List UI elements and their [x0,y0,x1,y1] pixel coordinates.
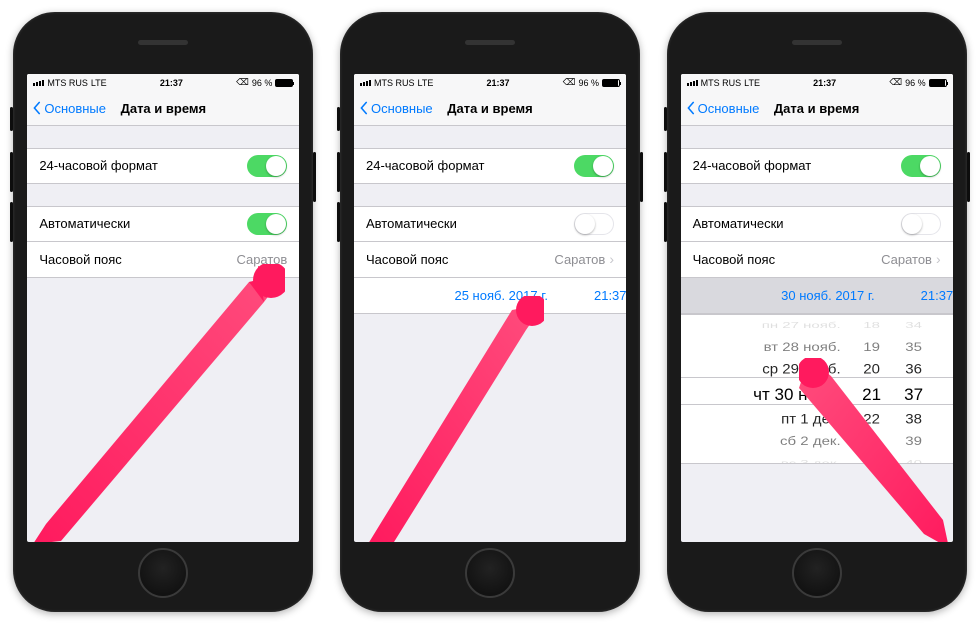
battery-icon [275,79,293,87]
row-24h: 24-часовой формат [354,148,626,184]
picker-item: ср 29 нояб. [762,359,840,379]
picker-item: сб 2 дек. [780,433,841,450]
row-timezone[interactable]: Часовой пояс Саратов › [354,242,626,278]
picker-item: вт 28 нояб. [764,339,841,356]
row-timezone[interactable]: Часовой пояс Саратов › [681,242,953,278]
row-timezone-value: Саратов [881,252,932,267]
row-auto: Автоматически [27,206,299,242]
battery-icon [602,79,620,87]
phone-frame: MTS RUS LTE 21:37 ⌫ 96 % Основные Дата и… [667,12,967,612]
back-button[interactable]: Основные [681,101,760,116]
row-24h-label: 24-часовой формат [39,158,158,173]
picker-item: вс 3 дек. [781,457,841,463]
row-24h-label: 24-часовой формат [693,158,812,173]
annotation-arrow [368,296,544,542]
row-timezone[interactable]: Часовой пояс Саратов [27,242,299,278]
chevron-right-icon: › [936,252,941,266]
status-time: 21:37 [160,78,183,88]
picker-item: 36 [905,359,922,379]
picker-item: пт 1 дек. [781,409,841,429]
back-button[interactable]: Основные [27,101,106,116]
row-auto-label: Автоматически [366,216,457,231]
row-24h: 24-часовой формат [681,148,953,184]
nav-bar: Основные Дата и время [27,92,299,126]
status-time: 21:37 [487,78,510,88]
back-button[interactable]: Основные [354,101,433,116]
picker-item: 18 [863,319,880,331]
signal-icon [33,80,44,86]
screen: MTS RUS LTE 21:37 ⌫ 96 % Основные Дата и… [681,74,953,542]
row-auto-label: Автоматически [39,216,130,231]
battery-percent: 96 % [578,78,599,88]
chevron-left-icon [358,101,369,115]
status-bar: MTS RUS LTE 21:37 ⌫ 96 % [354,74,626,92]
bluetooth-icon: ⌫ [236,77,249,88]
signal-icon [360,80,371,86]
row-timezone-label: Часовой пояс [366,252,448,267]
chevron-left-icon [685,101,696,115]
screen: MTS RUS LTE 21:37 ⌫ 96 % Основные Дата и… [354,74,626,542]
status-bar: MTS RUS LTE 21:37 ⌫ 96 % [681,74,953,92]
current-date: 25 нояб. 2017 г. [366,288,558,303]
current-time: 21:37 [921,288,941,303]
picker-item: 20 [863,359,880,379]
row-auto: Автоматически [681,206,953,242]
current-date: 30 нояб. 2017 г. [693,288,885,303]
chevron-left-icon [31,101,42,115]
status-bar: MTS RUS LTE 21:37 ⌫ 96 % [27,74,299,92]
back-label: Основные [698,101,760,116]
phone-frame: MTS RUS LTE 21:37 ⌫ 96 % Основные Дата и… [340,12,640,612]
row-24h: 24-часовой формат [27,148,299,184]
toggle-auto[interactable] [574,213,614,235]
bluetooth-icon: ⌫ [563,77,576,88]
network-label: LTE [91,78,107,88]
nav-bar: Основные Дата и время [681,92,953,126]
picker-item: пн 27 нояб. [762,319,841,331]
back-label: Основные [44,101,106,116]
picker-item: 35 [905,339,922,356]
bluetooth-icon: ⌫ [889,77,902,88]
row-timezone-label: Часовой пояс [693,252,775,267]
battery-percent: 96 % [252,78,273,88]
row-timezone-label: Часовой пояс [39,252,121,267]
status-time: 21:37 [813,78,836,88]
network-label: LTE [417,78,433,88]
network-label: LTE [744,78,760,88]
screen: MTS RUS LTE 21:37 ⌫ 96 % Основные Дата и… [27,74,299,542]
row-timezone-value: Саратов [236,252,287,267]
toggle-auto[interactable] [901,213,941,235]
current-time: 21:37 [594,288,614,303]
toggle-24h[interactable] [574,155,614,177]
picker-item: 23 [863,433,880,450]
battery-percent: 96 % [905,78,926,88]
annotation-arrow [33,264,285,542]
row-auto-label: Автоматически [693,216,784,231]
chevron-right-icon: › [609,252,614,266]
carrier-label: MTS RUS [701,78,742,88]
toggle-24h[interactable] [247,155,287,177]
nav-bar: Основные Дата и время [354,92,626,126]
picker-item: 39 [905,433,922,450]
picker-item: 22 [863,409,880,429]
back-label: Основные [371,101,433,116]
picker-item: 24 [863,457,880,463]
row-auto: Автоматически [354,206,626,242]
row-24h-label: 24-часовой формат [366,158,485,173]
battery-icon [929,79,947,87]
carrier-label: MTS RUS [374,78,415,88]
row-datetime[interactable]: 30 нояб. 2017 г. 21:37 [681,278,953,314]
picker-item: 19 [863,339,880,356]
phone-frame: MTS RUS LTE 21:37 ⌫ 96 % Основные Дата и… [13,12,313,612]
picker-item: 34 [905,319,922,331]
row-datetime[interactable]: 25 нояб. 2017 г. 21:37 [354,278,626,314]
carrier-label: MTS RUS [47,78,88,88]
date-time-picker[interactable]: пн 27 нояб. вт 28 нояб. ср 29 нояб. чт 3… [681,314,953,464]
signal-icon [687,80,698,86]
picker-item: 40 [905,457,922,463]
toggle-auto[interactable] [247,213,287,235]
picker-item: 38 [905,409,922,429]
toggle-24h[interactable] [901,155,941,177]
row-timezone-value: Саратов [554,252,605,267]
